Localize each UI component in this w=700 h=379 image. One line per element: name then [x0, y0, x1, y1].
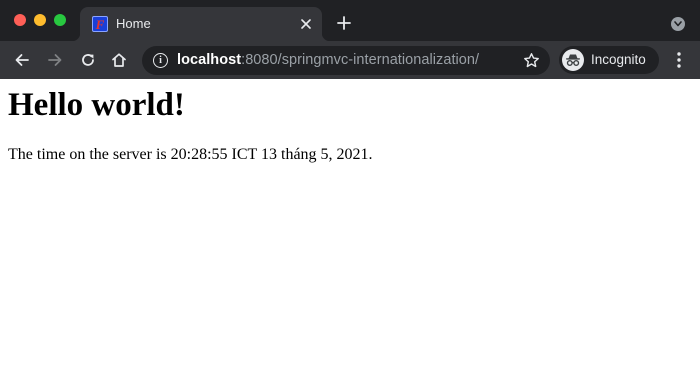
- close-icon[interactable]: [298, 16, 314, 32]
- page-content: Hello world! The time on the server is 2…: [0, 79, 700, 379]
- chevron-down-icon: [674, 21, 682, 27]
- home-icon: [112, 53, 126, 67]
- profile-button[interactable]: Incognito: [559, 46, 659, 74]
- tab-title: Home: [116, 16, 151, 31]
- url-text[interactable]: localhost:8080/springmvc-internationaliz…: [177, 52, 479, 68]
- new-tab-button[interactable]: [334, 13, 354, 33]
- arrow-left-icon: [15, 54, 29, 66]
- bookmark-button[interactable]: [522, 51, 540, 69]
- plus-icon: [337, 16, 351, 30]
- back-button[interactable]: [12, 50, 32, 70]
- incognito-icon: [562, 49, 584, 71]
- window-maximize-button[interactable]: [54, 14, 66, 26]
- reload-button[interactable]: [78, 50, 98, 70]
- tab-strip: F Home: [0, 0, 700, 41]
- reload-icon: [82, 54, 94, 66]
- browser-menu-button[interactable]: [671, 51, 687, 69]
- forward-button[interactable]: [45, 50, 65, 70]
- window-close-button[interactable]: [14, 14, 26, 26]
- tab-search-button[interactable]: [671, 17, 685, 31]
- page-heading: Hello world!: [8, 87, 185, 123]
- arrow-right-icon: [48, 54, 62, 66]
- server-time-text: The time on the server is 20:28:55 ICT 1…: [8, 146, 373, 163]
- home-button[interactable]: [109, 50, 129, 70]
- address-bar[interactable]: i localhost:8080/springmvc-international…: [142, 46, 550, 75]
- spring-app-favicon-icon: F: [92, 16, 108, 32]
- browser-toolbar: i localhost:8080/springmvc-international…: [0, 41, 700, 79]
- tab-home[interactable]: F Home: [72, 7, 330, 41]
- star-icon: [523, 52, 539, 67]
- window-minimize-button[interactable]: [34, 14, 46, 26]
- info-icon[interactable]: i: [153, 53, 168, 68]
- profile-label: Incognito: [591, 52, 646, 67]
- more-vert-icon: [677, 52, 681, 68]
